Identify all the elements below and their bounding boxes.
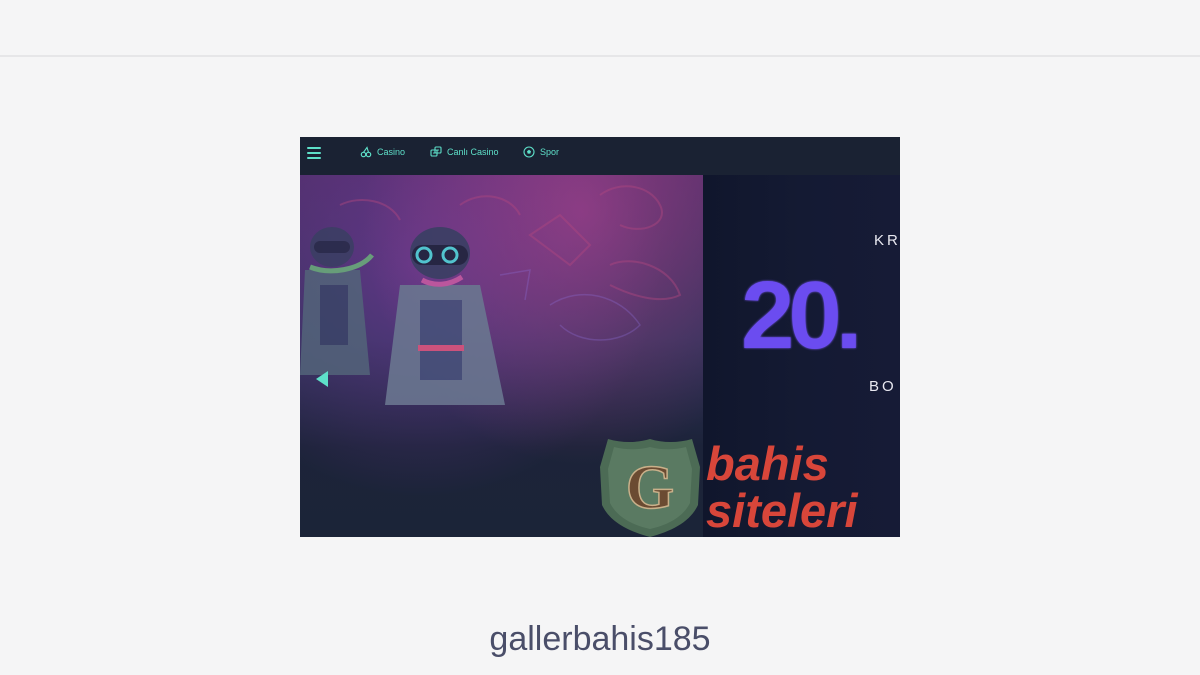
bonus-top-text: KR (874, 232, 900, 249)
nav-item-label: Casino (377, 147, 406, 157)
nav-item-label: Canlı Casino (447, 147, 499, 157)
watermark-shield-logo: G (600, 439, 700, 537)
bonus-bottom-text: BO (869, 378, 897, 395)
soccer-ball-icon (523, 146, 535, 158)
menu-icon[interactable] (307, 145, 321, 159)
site-screenshot: Casino Canlı Casino Spor KR 20. BO G bah… (300, 137, 900, 537)
bonus-amount: 20. (741, 262, 862, 369)
dice-icon (430, 146, 442, 157)
top-bar (0, 0, 1200, 57)
watermark-text-line1: bahis (706, 437, 829, 490)
svg-text:G: G (626, 454, 674, 522)
watermark-text-line2: siteleri (706, 484, 858, 537)
site-nav-bar: Casino Canlı Casino Spor (300, 137, 900, 175)
cherries-icon (360, 146, 372, 158)
nav-item-spor[interactable]: Spor (523, 146, 559, 158)
nav-item-canli-casino[interactable]: Canlı Casino (430, 146, 499, 158)
nav-item-casino[interactable]: Casino (360, 146, 405, 158)
slider-prev-arrow[interactable] (316, 371, 328, 387)
image-caption: gallerbahis185 (489, 620, 711, 658)
nav-item-label: Spor (540, 147, 560, 157)
